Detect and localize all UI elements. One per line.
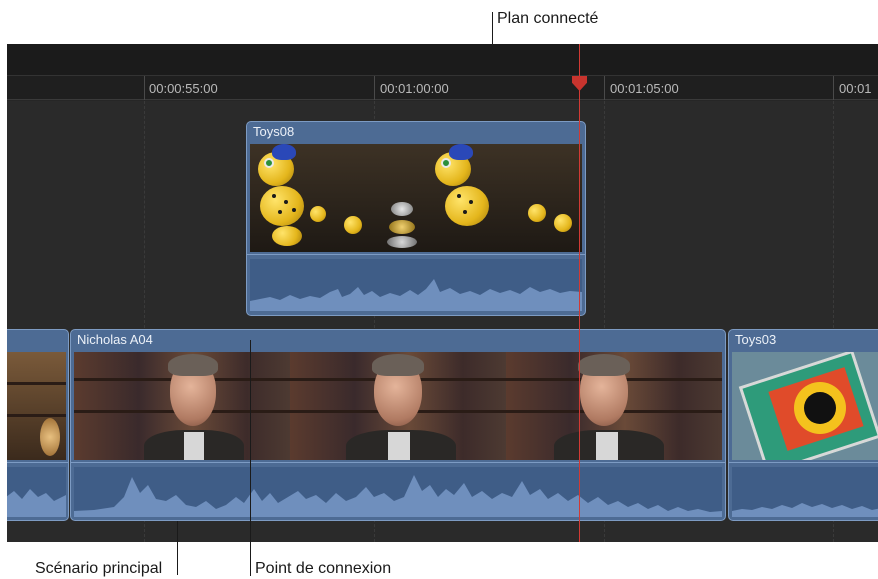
clip-filmstrip: [74, 352, 722, 460]
primary-clip-nicholas-a04[interactable]: Nicholas A04: [70, 329, 726, 521]
video-frame: [506, 352, 722, 460]
clip-audio-waveform: [74, 467, 722, 517]
timeline-panel: 00:00:55:00 00:01:00:00 00:01:05:00 00:0…: [7, 44, 878, 542]
ruler-tick: [144, 76, 145, 100]
audio-divider: [71, 462, 725, 463]
audio-divider: [247, 254, 585, 255]
primary-clip-previous[interactable]: [7, 329, 69, 521]
waveform-graphic: [250, 279, 582, 311]
callout-primary-storyline-line: [177, 521, 178, 575]
ruler-timecode-2: 00:01:00:00: [380, 81, 449, 96]
video-frame: [74, 352, 290, 460]
clip-audio-waveform: [732, 467, 878, 517]
clip-name: Toys08: [253, 124, 295, 139]
playhead-line[interactable]: [579, 44, 580, 542]
waveform-graphic: [732, 503, 878, 517]
video-frame: [375, 144, 500, 252]
callout-connection-point-line: [250, 340, 251, 576]
ruler-tick: [374, 76, 375, 100]
ruler-timecode-1: 00:00:55:00: [149, 81, 218, 96]
callout-connected-clip: Plan connecté: [497, 10, 599, 27]
ruler-tick: [833, 76, 834, 100]
ruler-timecode-4: 00:01: [839, 81, 872, 96]
clip-audio-waveform: [7, 467, 66, 517]
clip-filmstrip: [7, 352, 66, 460]
timeline-toolbar: [7, 44, 878, 76]
video-frame: [290, 352, 506, 460]
video-frame: [250, 144, 375, 252]
ruler-timecode-3: 00:01:05:00: [610, 81, 679, 96]
primary-clip-toys03[interactable]: Toys03: [728, 329, 878, 521]
video-frame: [500, 144, 582, 252]
audio-divider: [7, 462, 68, 463]
connected-clip-toys08[interactable]: Toys08: [246, 121, 586, 316]
callout-primary-storyline: Scénario principal: [35, 560, 163, 577]
clip-filmstrip: [250, 144, 582, 252]
clip-name: Toys03: [735, 332, 777, 347]
clip-filmstrip: [732, 352, 878, 460]
audio-divider: [729, 462, 878, 463]
waveform-graphic: [7, 489, 66, 517]
video-frame: [732, 352, 878, 460]
video-frame: [7, 352, 66, 460]
timeline-ruler[interactable]: 00:00:55:00 00:01:00:00 00:01:05:00 00:0…: [7, 76, 878, 100]
clip-name: Nicholas A04: [77, 332, 153, 347]
callout-connection-point: Point de connexion: [255, 560, 392, 577]
waveform-graphic: [74, 475, 722, 517]
clip-audio-waveform: [250, 259, 582, 311]
ruler-tick: [604, 76, 605, 100]
